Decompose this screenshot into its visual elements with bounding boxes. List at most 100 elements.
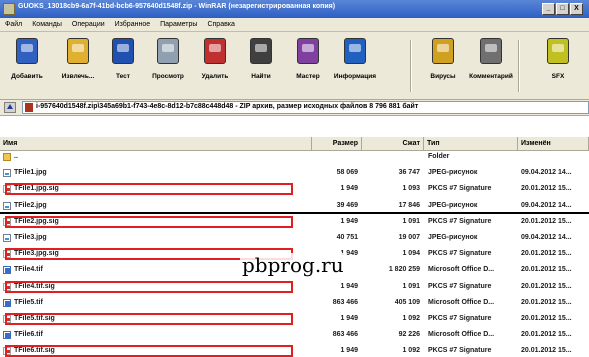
file-packed-size: 19 007 [398,234,420,241]
table-row[interactable]: TFile1.jpg 58 069 36 747 JPEG-рисунок 09.04.… [0,167,589,179]
table-row[interactable]: TFile4.tif.sig 1 949 1 091 PKCS #7 Signatur… [0,281,589,293]
file-type: Microsoft Office D... [428,266,495,274]
file-type: JPEG-рисунок [428,234,478,241]
file-modified: 09.04.2012 14... [521,234,572,241]
test-icon [108,34,138,70]
column-size-header[interactable]: Размер [312,137,362,151]
overlay-horizontal-line [0,212,589,214]
toolbar-button-test[interactable]: Тест [100,34,146,80]
table-row[interactable]: TFile1.jpg.sig 1 949 1 093 PKCS #7 Signatur… [0,183,589,195]
file-type: PKCS #7 Signature [428,315,492,322]
toolbar-button-add[interactable]: Добавить [4,34,50,80]
file-packed-size: 92 226 [398,331,420,339]
toolbar-button-wizard[interactable]: Мастер [285,34,331,80]
file-name: TFile1.jpg.sig [14,185,59,193]
table-row[interactable]: TFile5.tif 863 466 405 109 Microsoft Office… [0,297,589,309]
toolbar-button-label: Извлечь... [61,73,95,80]
menu-operations[interactable]: Операции [67,18,110,31]
file-modified: 20.01.2012 15... [521,217,572,225]
path-text: i-957640d1548f.zip\345a69b1-f743-4e8c-8d… [36,103,419,110]
toolbar-button-find[interactable]: Найти [238,34,284,80]
tif-file-icon [3,266,11,275]
toolbar-button-info[interactable]: Информация [332,34,378,80]
toolbar-button-label: Удалить [201,73,229,80]
file-packed-size: 1 093 [402,185,420,193]
table-row[interactable]: .. Folder [0,151,589,163]
find-icon [246,34,276,70]
table-row[interactable]: TFile2.jpg 39 469 17 846 JPEG-рисунок 09.04.… [0,200,589,212]
toolbar-separator [410,40,412,92]
menu-bar: Файл Команды Операции Избранное Параметр… [0,18,589,32]
file-size: 863 466 [332,331,358,339]
wizard-icon [293,34,323,70]
toolbar-button-delete[interactable]: Удалить [192,34,238,80]
file-type: JPEG-рисунок [428,169,478,177]
path-bar: i-957640d1548f.zip\345a69b1-f743-4e8c-8d… [0,100,589,116]
maximize-button[interactable]: □ [556,3,569,15]
table-row[interactable]: TFile5.tif.sig 1 949 1 092 PKCS #7 Signatur… [0,313,589,325]
extract-icon [63,34,93,70]
menu-help[interactable]: Справка [202,18,239,31]
jpg-file-icon [3,169,11,178]
menu-file[interactable]: Файл [0,18,27,31]
table-row[interactable]: TFile6.tif 863 466 92 226 Microsoft Office … [0,329,589,341]
file-modified: 20.01.2012 15... [521,266,572,274]
file-modified: 20.01.2012 15... [521,250,572,258]
file-name: TFile4.tif.sig [14,282,55,290]
file-packed-size: 17 846 [398,201,420,209]
file-size: 1 949 [340,185,358,193]
file-size: 1 949 [340,217,358,225]
up-folder-button[interactable] [4,102,16,113]
file-size: 863 466 [332,298,358,306]
column-modified-header[interactable]: Изменён [518,137,589,151]
file-modified: 20.01.2012 15... [521,315,572,322]
toolbar-button-label: Тест [116,73,130,80]
table-row[interactable]: TFile3.jpg 40 751 19 007 JPEG-рисунок 09.04.… [0,232,589,244]
file-name: TFile6.tif [14,331,43,339]
winrar-app-icon [3,3,15,15]
file-size: 1 949 [340,347,358,355]
file-modified: 09.04.2012 14... [521,169,572,177]
column-type-header[interactable]: Тип [424,137,518,151]
file-modified: 20.01.2012 15... [521,331,572,339]
sig-file-icon [3,282,11,291]
virus-icon [428,34,458,70]
title-bar: GUOKS_13018cb9-6a7f-41bd-bcb6-957640d154… [0,0,589,18]
file-packed-size: 1 092 [402,315,420,322]
toolbar-button-sfx[interactable]: SFX [535,34,581,80]
close-button[interactable]: X [570,3,583,15]
file-type: PKCS #7 Signature [428,185,492,193]
toolbar-button-label: Информация [333,73,377,80]
toolbar: Добавить Извлечь... Тест Просмотр Удалить Най… [0,32,589,100]
sig-file-icon [3,217,11,226]
minimize-button[interactable]: _ [542,3,555,15]
toolbar-button-label: Мастер [296,73,320,80]
table-row[interactable]: TFile6.tif.sig 1 949 1 092 PKCS #7 Signatur… [0,345,589,357]
file-type: PKCS #7 Signature [428,217,492,225]
toolbar-button-label: Добавить [11,73,43,80]
toolbar-button-virus[interactable]: Вирусы [420,34,466,80]
table-row[interactable]: TFile2.jpg.sig 1 949 1 091 PKCS #7 Signatur… [0,216,589,228]
file-packed-size: 1 820 259 [388,266,420,274]
file-packed-size: 36 747 [398,169,420,177]
file-name: TFile2.jpg.sig [14,217,59,225]
file-type: PKCS #7 Signature [428,250,492,258]
menu-favorites[interactable]: Избранное [110,18,155,31]
file-name: TFile3.jpg [14,234,47,241]
toolbar-button-extract[interactable]: Извлечь... [55,34,101,80]
file-name: TFile5.tif.sig [14,315,55,322]
column-name-header[interactable]: Имя [0,137,312,151]
toolbar-button-view[interactable]: Просмотр [145,34,191,80]
menu-options[interactable]: Параметры [155,18,202,31]
menu-commands[interactable]: Команды [27,18,67,31]
sfx-icon [543,34,573,70]
file-name: TFile6.tif.sig [14,347,55,355]
toolbar-button-comment[interactable]: Комментарий [468,34,514,80]
jpg-file-icon [3,234,11,242]
sig-file-icon [3,185,11,194]
file-size: 58 069 [336,169,358,177]
path-field[interactable]: i-957640d1548f.zip\345a69b1-f743-4e8c-8d… [22,101,589,114]
delete-icon [200,34,230,70]
window-title: GUOKS_13018cb9-6a7f-41bd-bcb6-957640d154… [18,3,336,10]
column-packed-header[interactable]: Сжат [362,137,424,151]
